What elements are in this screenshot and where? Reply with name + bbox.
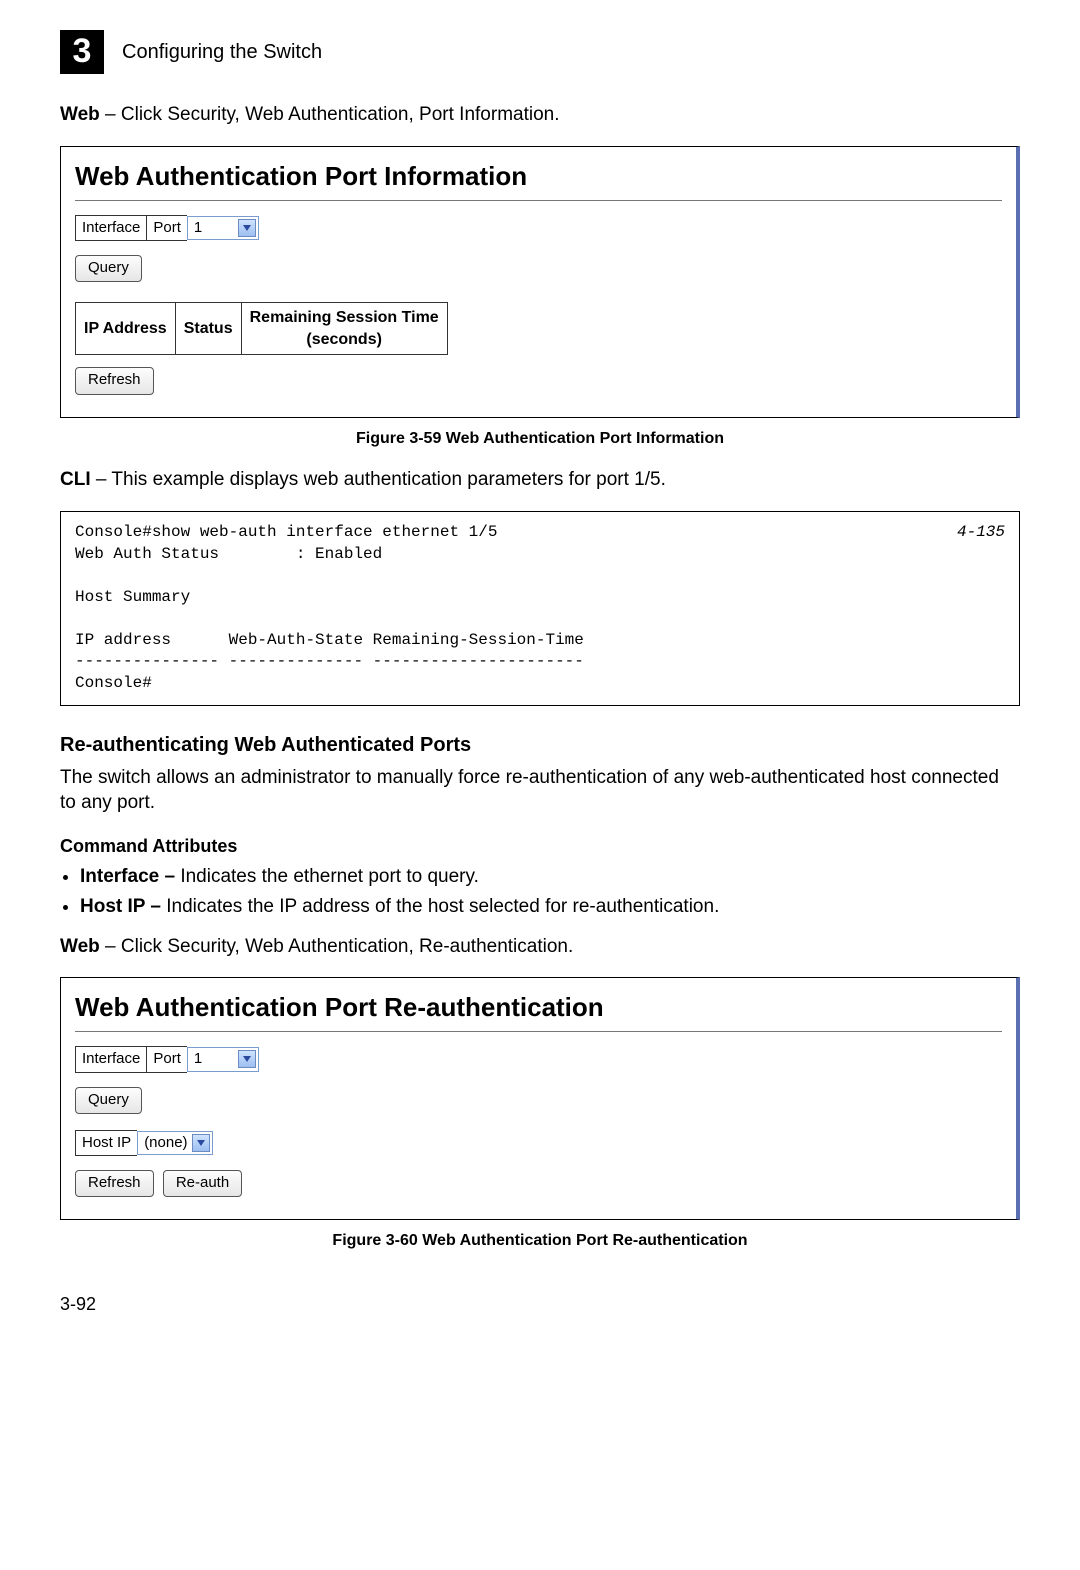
web-label-2: Web <box>60 936 100 957</box>
query-button[interactable]: Query <box>75 255 142 282</box>
chevron-down-icon[interactable] <box>238 219 256 237</box>
page-header: 3 Configuring the Switch <box>60 30 1020 74</box>
hostip-label: Host IP <box>75 1130 137 1156</box>
web-nav-instruction-2: Web – Click Security, Web Authentication… <box>60 934 1020 960</box>
panel2-title: Web Authentication Port Re-authenticatio… <box>75 990 1002 1032</box>
hostip-row: Host IP (none) <box>75 1130 1002 1156</box>
chevron-down-icon[interactable] <box>192 1134 210 1152</box>
hostip-select[interactable]: (none) <box>137 1131 212 1155</box>
results-table: IP Address Status Remaining Session Time… <box>75 302 448 355</box>
port-select[interactable]: 1 <box>187 216 259 240</box>
cli-label: CLI <box>60 469 91 490</box>
section-title-reauth: Re-authenticating Web Authenticated Port… <box>60 732 1020 759</box>
interface-row-2: Interface Port 1 <box>75 1046 1002 1072</box>
reauth-button[interactable]: Re-auth <box>163 1170 242 1197</box>
port-label: Port <box>146 215 187 241</box>
web-label: Web <box>60 104 100 125</box>
cli-intro: CLI – This example displays web authenti… <box>60 467 1020 493</box>
panel-port-information: Web Authentication Port Information Inte… <box>60 146 1020 418</box>
cli-body: Console#show web-auth interface ethernet… <box>75 523 584 692</box>
interface-row: Interface Port 1 <box>75 215 1002 241</box>
port-select-2[interactable]: 1 <box>187 1047 259 1071</box>
cli-output: 4-135 Console#show web-auth interface eth… <box>60 511 1020 706</box>
web-nav-instruction-1: Web – Click Security, Web Authentication… <box>60 102 1020 128</box>
query-button-2[interactable]: Query <box>75 1087 142 1114</box>
hostip-select-value: (none) <box>144 1133 187 1153</box>
chapter-badge: 3 <box>60 30 104 74</box>
figure-caption-1: Figure 3-59 Web Authentication Port Info… <box>60 428 1020 450</box>
attr-interface-rest: Indicates the ethernet port to query. <box>175 866 479 887</box>
refresh-button[interactable]: Refresh <box>75 367 154 394</box>
port-select-value-2: 1 <box>194 1049 234 1069</box>
attr-interface: Interface – Indicates the ethernet port … <box>80 864 1020 890</box>
chapter-title: Configuring the Switch <box>122 39 322 66</box>
th-remaining-time: Remaining Session Time (seconds) <box>241 303 447 355</box>
page-number: 3-92 <box>60 1292 1020 1316</box>
interface-label-2: Interface <box>75 1046 146 1072</box>
refresh-button-2[interactable]: Refresh <box>75 1170 154 1197</box>
section-para: The switch allows an administrator to ma… <box>60 765 1020 816</box>
chevron-down-icon[interactable] <box>238 1050 256 1068</box>
cli-text: – This example displays web authenticati… <box>91 469 666 490</box>
th-ip-address: IP Address <box>76 303 176 355</box>
attr-hostip-rest: Indicates the IP address of the host sel… <box>161 896 719 917</box>
attributes-list: Interface – Indicates the ethernet port … <box>80 864 1020 919</box>
attr-interface-bold: Interface – <box>80 866 175 887</box>
web-nav-text: – Click Security, Web Authentication, Po… <box>100 104 560 125</box>
figure-caption-2: Figure 3-60 Web Authentication Port Re-a… <box>60 1230 1020 1252</box>
panel-title: Web Authentication Port Information <box>75 159 1002 201</box>
attr-hostip-bold: Host IP – <box>80 896 161 917</box>
attr-hostip: Host IP – Indicates the IP address of th… <box>80 894 1020 920</box>
cli-page-ref: 4-135 <box>957 522 1005 544</box>
th-time-line2: (seconds) <box>306 331 382 348</box>
interface-label: Interface <box>75 215 146 241</box>
command-attributes-heading: Command Attributes <box>60 834 1020 858</box>
th-status: Status <box>175 303 241 355</box>
port-select-value: 1 <box>194 218 234 238</box>
web-nav-text-2: – Click Security, Web Authentication, Re… <box>100 936 574 957</box>
port-label-2: Port <box>146 1046 187 1072</box>
panel-reauth: Web Authentication Port Re-authenticatio… <box>60 977 1020 1220</box>
th-time-line1: Remaining Session Time <box>250 309 439 326</box>
